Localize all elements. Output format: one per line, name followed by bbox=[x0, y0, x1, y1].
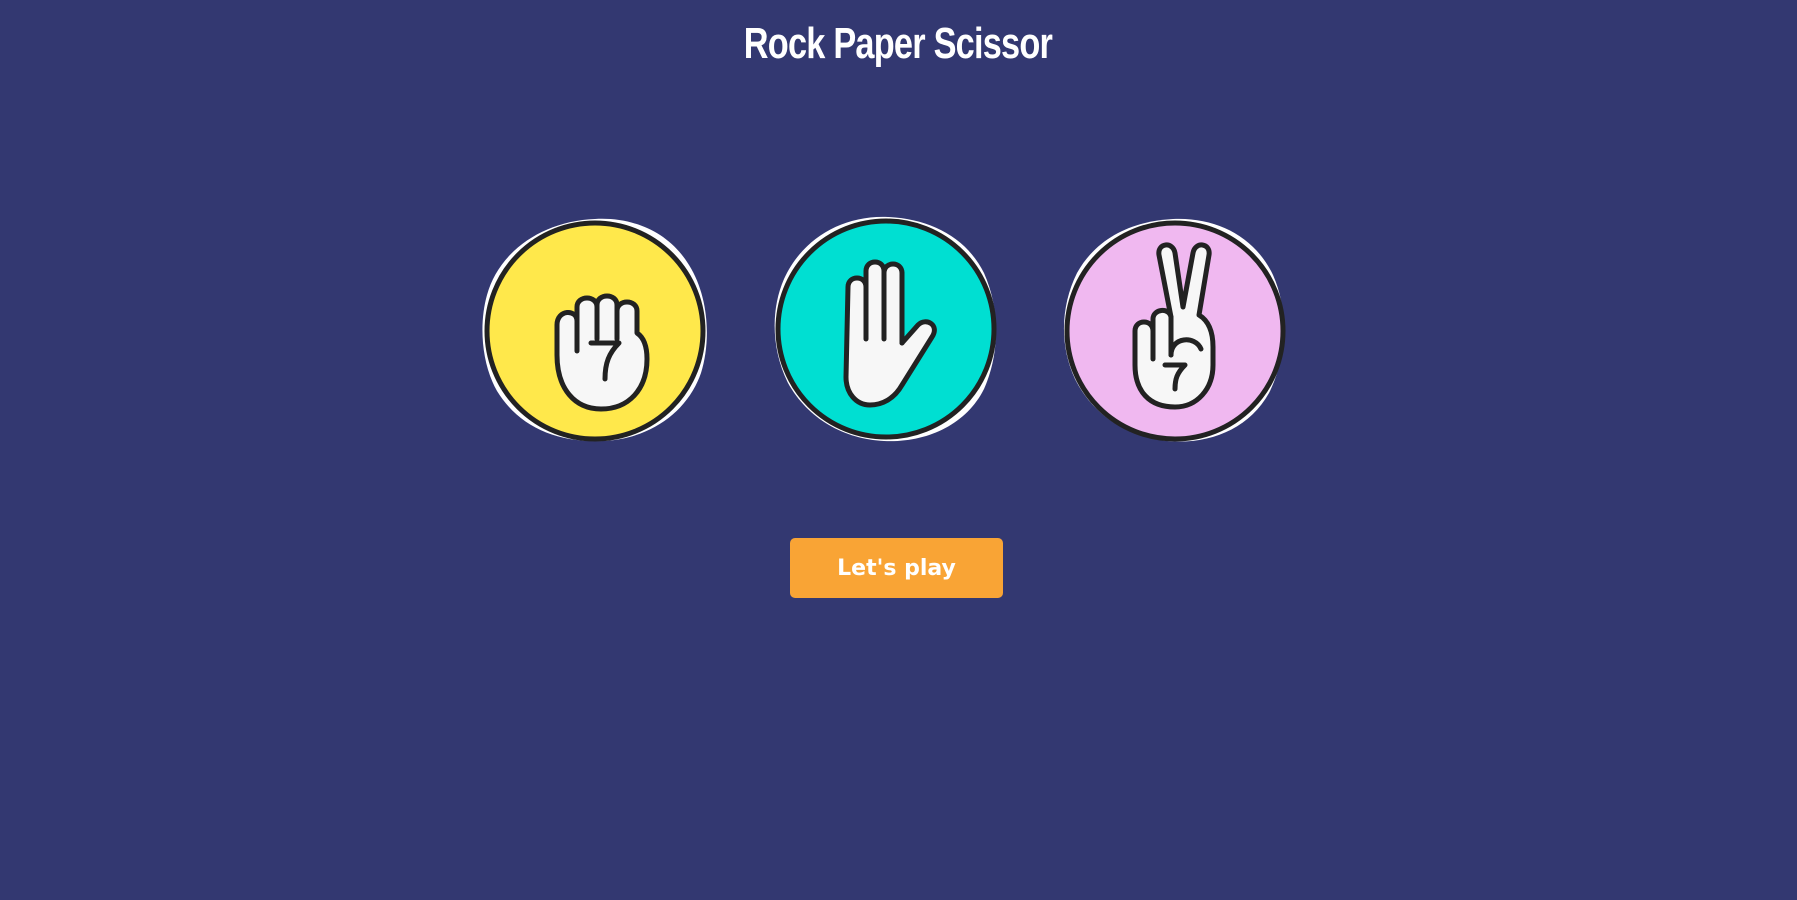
peace-hand-icon bbox=[1063, 218, 1286, 442]
lets-play-button[interactable]: Let's play bbox=[790, 538, 1003, 598]
open-hand-icon bbox=[774, 216, 997, 442]
rock-choice[interactable] bbox=[479, 213, 711, 445]
fist-icon bbox=[482, 218, 707, 442]
page-title: Rock Paper Scissor bbox=[743, 19, 1053, 68]
paper-choice[interactable] bbox=[770, 213, 1002, 445]
scissors-choice[interactable] bbox=[1059, 215, 1291, 447]
